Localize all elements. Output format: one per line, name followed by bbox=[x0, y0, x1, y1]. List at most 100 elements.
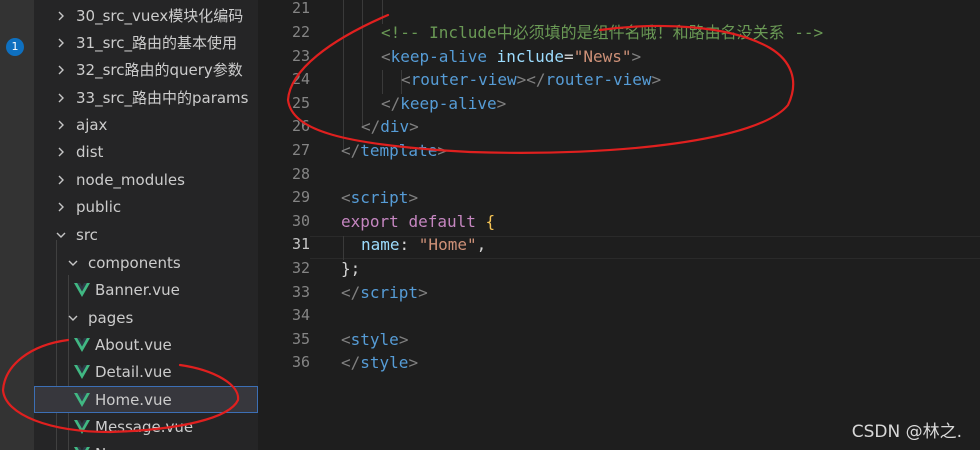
explorer-item-label: About.vue bbox=[95, 335, 172, 354]
tag-name: script bbox=[350, 188, 409, 208]
chevron-right-icon bbox=[54, 119, 68, 131]
line-number: 29 bbox=[291, 188, 310, 207]
explorer-file[interactable]: Banner.vue bbox=[34, 276, 258, 303]
code-line-29: <script> bbox=[341, 186, 418, 210]
tag-name: style bbox=[350, 329, 399, 349]
tag-bracket: </ bbox=[341, 282, 361, 302]
html-comment: <!-- Include中必须填的是组件名哦！和路由名没关系 --> bbox=[381, 23, 824, 42]
tag-name: template bbox=[360, 141, 438, 160]
tag-bracket: ></ bbox=[516, 70, 546, 90]
explorer-file[interactable]: Home.vue bbox=[34, 386, 258, 413]
line-number: 31 bbox=[291, 235, 310, 254]
explorer-item-label: dist bbox=[76, 142, 104, 161]
vue-file-icon bbox=[74, 282, 90, 297]
csdn-watermark: CSDN @林之. bbox=[851, 422, 962, 442]
notification-badge[interactable]: 1 bbox=[6, 38, 24, 56]
explorer-item-label: ajax bbox=[76, 115, 108, 134]
explorer-folder[interactable]: pages bbox=[34, 304, 258, 331]
string-value: "Home" bbox=[418, 235, 477, 255]
line-number: 25 bbox=[291, 93, 310, 112]
chevron-right-icon bbox=[54, 92, 68, 104]
explorer-folder[interactable]: public bbox=[34, 193, 258, 220]
indent-guide bbox=[362, 0, 363, 128]
vue-file-icon bbox=[74, 419, 90, 434]
explorer-item-label: src bbox=[76, 225, 98, 244]
code-line-35: <style> bbox=[341, 328, 408, 352]
line-number: 26 bbox=[291, 117, 310, 136]
closing-brace: }; bbox=[341, 259, 361, 278]
explorer-item-label: 32_src路由的query参数 bbox=[76, 61, 243, 79]
keyword: default bbox=[408, 211, 476, 231]
tag-bracket: < bbox=[401, 70, 411, 90]
code-line-33: </script> bbox=[341, 281, 428, 305]
equals-sign: = bbox=[564, 46, 574, 66]
explorer-item-label: 30_src_vuex模块化编码 bbox=[76, 7, 244, 25]
explorer-folder[interactable]: 30_src_vuex模块化编码 bbox=[34, 2, 258, 29]
code-line-27: </template> bbox=[341, 139, 447, 163]
explorer-folder[interactable]: dist bbox=[34, 138, 258, 165]
explorer-file[interactable]: About.vue bbox=[34, 331, 258, 358]
tag-name: keep-alive bbox=[390, 46, 487, 66]
code-line-31: name: "Home", bbox=[361, 233, 486, 257]
line-number: 24 bbox=[291, 70, 310, 89]
line-number: 32 bbox=[291, 259, 310, 277]
chevron-right-icon bbox=[54, 10, 68, 22]
line-number: 21 bbox=[291, 0, 310, 18]
explorer-item-label: components bbox=[88, 253, 181, 272]
colon: : bbox=[399, 235, 419, 255]
explorer-folder[interactable]: src bbox=[34, 221, 258, 248]
line-number: 28 bbox=[291, 164, 310, 183]
explorer-folder[interactable]: components bbox=[34, 249, 258, 276]
file-explorer: 30_src_vuex模块化编码 31_src_路由的基本使用 32_src路由的q… bbox=[34, 0, 258, 450]
line-number: 35 bbox=[291, 329, 310, 348]
indent-guide bbox=[343, 0, 344, 152]
keyword: export bbox=[341, 211, 399, 231]
tag-bracket: < bbox=[381, 46, 391, 66]
line-number-gutter: 21 22 23 24 25 26 27 28 29 30 31 32 33 34 35 36 bbox=[258, 0, 310, 450]
explorer-folder[interactable]: 31_src_路由的基本使用 bbox=[34, 29, 258, 56]
explorer-folder[interactable]: 32_src路由的query参数 bbox=[34, 56, 258, 83]
code-line-23: <keep-alive include="News"> bbox=[381, 45, 641, 69]
line-number: 33 bbox=[291, 282, 310, 301]
code-line-36: </style> bbox=[341, 351, 418, 375]
attribute-name: include bbox=[496, 46, 565, 66]
tag-name: script bbox=[360, 282, 419, 302]
indent-guide bbox=[382, 70, 383, 94]
code-line-26: </div> bbox=[361, 115, 419, 139]
line-number: 23 bbox=[291, 46, 310, 65]
tag-name: keep-alive bbox=[400, 93, 497, 113]
tag-name: router-view bbox=[410, 70, 517, 90]
explorer-folder[interactable]: ajax bbox=[34, 111, 258, 138]
explorer-file[interactable]: Message.vue bbox=[34, 413, 258, 440]
chevron-right-icon bbox=[54, 37, 68, 49]
code-line-32: }; bbox=[341, 257, 360, 281]
vue-file-icon bbox=[74, 337, 90, 352]
explorer-item-label: 33_src_路由中的params bbox=[76, 89, 249, 107]
code-editor[interactable]: 21 22 23 24 25 26 27 28 29 30 31 32 33 34 35 36 <!-- In… bbox=[258, 0, 980, 450]
explorer-item-label: Detail.vue bbox=[95, 362, 172, 381]
tag-bracket: > bbox=[631, 46, 642, 66]
explorer-item-label: Message.vue bbox=[95, 417, 194, 436]
attribute-value: "News" bbox=[573, 46, 632, 66]
tag-bracket: > bbox=[496, 93, 507, 113]
explorer-file[interactable]: N... bbox=[34, 440, 258, 450]
tag-bracket: > bbox=[409, 117, 419, 137]
code-line-30: export default { bbox=[341, 210, 495, 234]
tag-bracket: > bbox=[398, 329, 409, 349]
chevron-right-icon bbox=[54, 201, 68, 213]
explorer-item-label: pages bbox=[88, 308, 134, 327]
tag-bracket: > bbox=[408, 353, 419, 373]
explorer-item-label: 31_src_路由的基本使用 bbox=[76, 34, 237, 52]
explorer-folder[interactable]: node_modules bbox=[34, 166, 258, 193]
explorer-item-label: Banner.vue bbox=[95, 280, 180, 299]
explorer-folder[interactable]: 33_src_路由中的params bbox=[34, 84, 258, 111]
line-number: 30 bbox=[291, 211, 310, 230]
explorer-item-label: N... bbox=[95, 445, 121, 450]
vue-file-icon bbox=[74, 392, 90, 407]
property-name: name bbox=[361, 235, 400, 255]
tag-bracket: > bbox=[651, 70, 662, 90]
line-number: 34 bbox=[291, 306, 310, 325]
explorer-file[interactable]: Detail.vue bbox=[34, 358, 258, 385]
vue-file-icon bbox=[74, 364, 90, 379]
tag-bracket: > bbox=[418, 282, 428, 302]
